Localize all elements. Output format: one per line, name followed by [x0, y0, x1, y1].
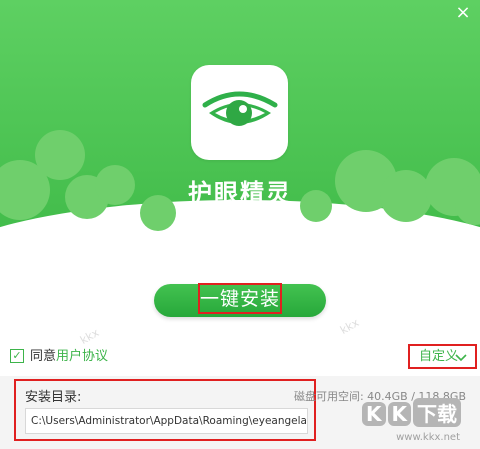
- install-directory-label: 安装目录:: [25, 390, 82, 405]
- close-icon: ×: [455, 2, 471, 23]
- custom-label: 自定义: [419, 349, 459, 364]
- header-banner: × 护眼精灵: [0, 0, 480, 258]
- watermark-text: kkx: [338, 316, 362, 337]
- agreement-prefix: 同意: [30, 349, 57, 364]
- chevron-down-icon: [455, 354, 467, 362]
- watermark-text: kkx: [78, 326, 102, 347]
- check-icon: ✓: [12, 349, 22, 362]
- agree-checkbox[interactable]: ✓: [10, 349, 24, 363]
- close-button[interactable]: ×: [454, 4, 472, 22]
- install-button-label: 一键安装: [198, 283, 282, 314]
- one-click-install-button[interactable]: 一键安装: [154, 283, 326, 317]
- user-agreement-link[interactable]: 用户协议: [56, 349, 108, 364]
- watermark-url: www.kkx.net: [396, 432, 460, 443]
- app-logo: [191, 65, 288, 160]
- watermark-letter: 下载: [413, 398, 461, 427]
- install-path-input[interactable]: [25, 408, 308, 434]
- agreement-text: 同意用户协议: [30, 349, 108, 364]
- watermark-logo: K K 下载: [362, 398, 472, 427]
- app-title: 护眼精灵: [188, 179, 292, 207]
- eye-icon: [202, 91, 278, 126]
- watermark-letter: K: [362, 402, 386, 426]
- custom-install-button[interactable]: 自定义: [408, 344, 477, 369]
- watermark-letter: K: [387, 402, 411, 426]
